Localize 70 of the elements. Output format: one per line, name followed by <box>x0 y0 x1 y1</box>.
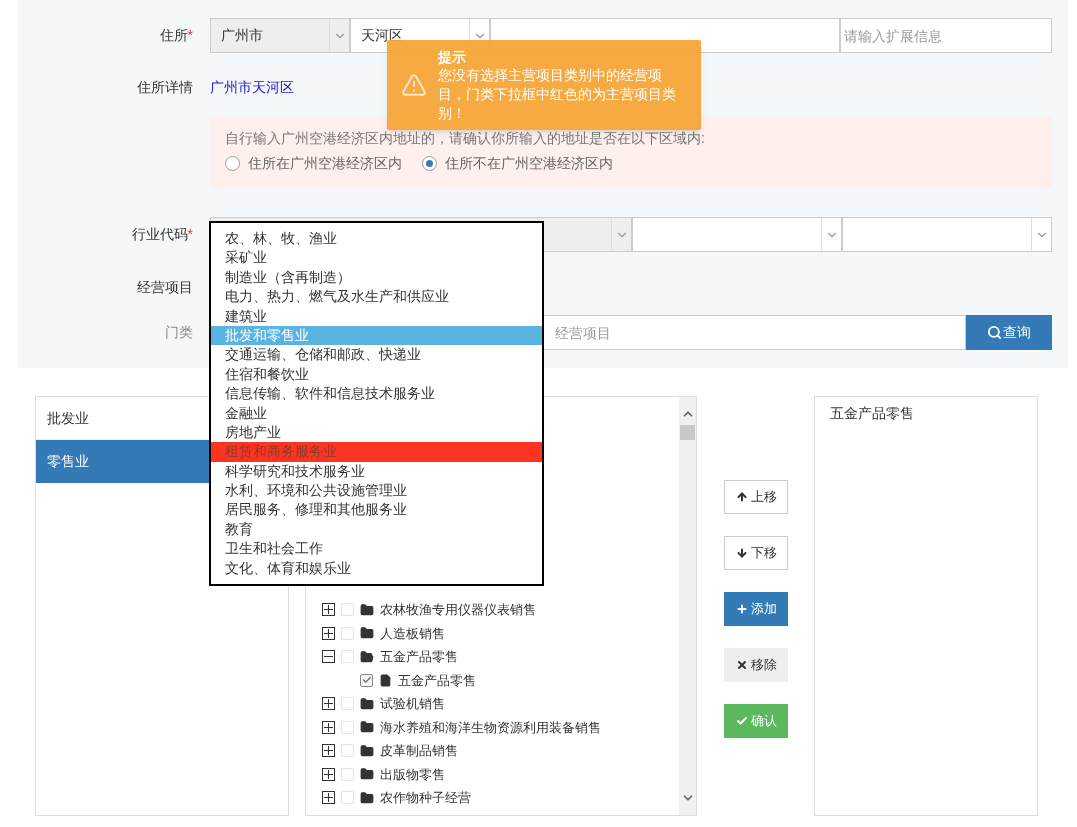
checkbox[interactable] <box>360 673 373 687</box>
expand-icon[interactable] <box>322 603 335 617</box>
category-option[interactable]: 交通运输、仓储和邮政、快递业 <box>211 345 542 365</box>
warning-icon <box>401 72 427 98</box>
expand-icon[interactable] <box>322 720 335 734</box>
category-option[interactable]: 住宿和餐饮业 <box>211 364 542 385</box>
expand-icon[interactable] <box>322 744 335 758</box>
category-option[interactable]: 农、林、牧、渔业 <box>211 229 542 249</box>
move-down-button[interactable]: 下移 <box>724 536 788 570</box>
industry-code-label: 行业代码* <box>131 225 193 244</box>
select-field[interactable]: 广州市 <box>210 18 350 53</box>
tree-item[interactable]: 五金产品零售 <box>398 670 476 690</box>
scrollbar-thumb[interactable] <box>680 425 695 440</box>
category-option[interactable]: 制造业（含再制造） <box>211 267 542 288</box>
open-folder-icon <box>360 649 374 664</box>
select-field[interactable] <box>632 217 842 252</box>
radio-button[interactable] <box>422 156 437 171</box>
add-button[interactable]: 添加 <box>724 592 788 626</box>
file-icon <box>379 673 392 687</box>
folder-icon <box>360 743 374 758</box>
tree-item[interactable]: 五金产品零售 <box>380 647 458 667</box>
address-detail-label: 住所详情 <box>137 77 193 97</box>
category-option[interactable]: 电力、热力、燃气及水生产和供应业 <box>211 287 542 307</box>
tree-item[interactable]: 出版物零售 <box>380 764 445 784</box>
radio-option[interactable]: 住所不在广州空港经济区内 <box>422 153 613 174</box>
arrow-down-icon <box>735 547 748 559</box>
category-option[interactable]: 卫生和社会工作 <box>211 539 542 559</box>
category-option[interactable]: 建筑业 <box>211 306 542 326</box>
remove-button[interactable]: 移除 <box>724 648 788 682</box>
selected-item[interactable]: 五金产品零售 <box>830 403 1022 425</box>
folder-icon <box>360 626 374 641</box>
expand-icon[interactable] <box>322 697 335 711</box>
expand-icon[interactable] <box>322 767 335 781</box>
tree-item[interactable]: 试验机销售 <box>380 694 445 714</box>
check-icon <box>735 715 748 727</box>
scrollbar[interactable] <box>679 397 696 815</box>
folder-icon <box>360 696 374 711</box>
category-option[interactable]: 采矿业 <box>211 248 542 268</box>
folder-icon <box>360 790 374 805</box>
select-field[interactable] <box>842 217 1052 252</box>
folder-icon <box>360 767 374 782</box>
toast-message: 您没有选择主营项目类别中的经营项目，门类下拉框中红色的为主营项目类别！ <box>438 65 677 123</box>
folder-icon <box>360 720 374 735</box>
radio-button[interactable] <box>225 156 240 171</box>
expand-icon[interactable] <box>322 626 335 640</box>
arrow-up-icon <box>735 491 748 503</box>
tree-item[interactable]: 农作物种子经营 <box>380 788 471 808</box>
tree-item[interactable]: 人造板销售 <box>380 623 445 643</box>
expand-icon[interactable] <box>322 791 335 805</box>
category-label: 门类 <box>165 323 193 342</box>
address-label: 住所* <box>159 26 193 45</box>
notice-text: 自行输入广州空港经济区内地址的，请确认你所输入的地址是否在以下区域内: <box>225 129 706 148</box>
category-option[interactable]: 水利、环境和公共设施管理业 <box>211 481 542 501</box>
tree-item[interactable]: 海水养殖和海洋生物资源利用装备销售 <box>380 717 601 737</box>
tree-item[interactable]: 皮革制品销售 <box>380 741 458 761</box>
plus-icon <box>735 603 748 615</box>
folder-icon <box>360 602 374 617</box>
collapse-icon[interactable] <box>322 650 335 664</box>
move-up-button[interactable]: 上移 <box>724 480 788 514</box>
address-detail-value: 广州市天河区 <box>210 77 294 97</box>
category-option[interactable]: 教育 <box>211 519 542 540</box>
close-icon <box>735 659 748 671</box>
search-button[interactable]: 查询 <box>966 315 1052 350</box>
radio-option[interactable]: 住所在广州空港经济区内 <box>225 153 402 174</box>
tree-item[interactable]: 农林牧渔专用仪器仪表销售 <box>380 600 536 620</box>
category-option[interactable]: 文化、体育和娱乐业 <box>211 558 542 579</box>
category-option[interactable]: 居民服务、修理和其他服务业 <box>211 500 542 520</box>
business-scope-label: 经营项目 <box>137 277 193 297</box>
extra-info-input[interactable]: 请输入扩展信息 <box>840 18 1052 53</box>
search-icon <box>987 325 1002 340</box>
